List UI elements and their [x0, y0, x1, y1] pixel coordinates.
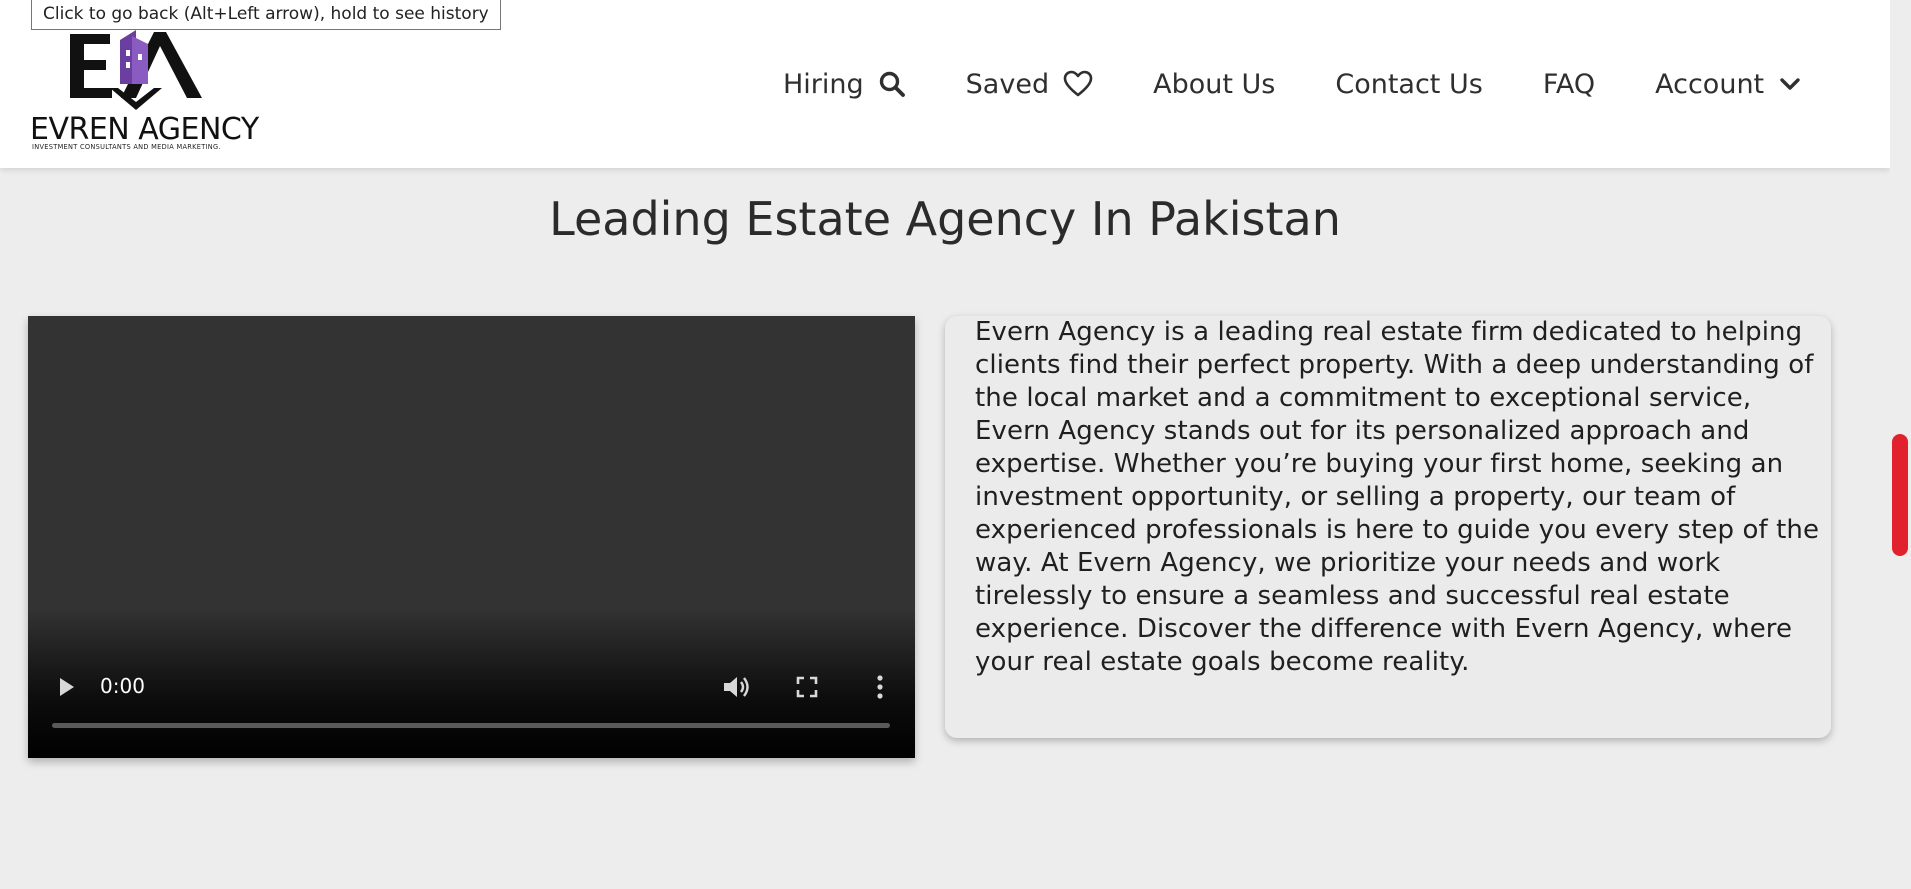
- nav-saved[interactable]: Saved: [966, 69, 1093, 100]
- nav-hiring-label: Hiring: [783, 68, 864, 100]
- heart-icon: [1063, 70, 1093, 98]
- chevron-down-icon: [1778, 72, 1802, 96]
- search-icon: [878, 70, 906, 98]
- agency-description: Evern Agency is a leading real estate fi…: [975, 317, 1820, 677]
- logo-tagline: INVESTMENT CONSULTANTS AND MEDIA MARKETI…: [32, 143, 221, 151]
- video-progress-bar[interactable]: [52, 723, 890, 728]
- back-button-tooltip: Click to go back (Alt+Left arrow), hold …: [31, 0, 501, 30]
- logo-name: EVREN AGENCY: [30, 112, 259, 147]
- logo-mark-icon: [70, 30, 202, 110]
- video-player[interactable]: 0:00: [28, 316, 915, 758]
- volume-icon[interactable]: [722, 674, 750, 704]
- scrollbar-thumb[interactable]: [1892, 434, 1908, 556]
- nav-contact-us[interactable]: Contact Us: [1335, 69, 1482, 100]
- play-icon[interactable]: [56, 676, 76, 702]
- nav-contact-label: Contact Us: [1335, 68, 1483, 100]
- video-time: 0:00: [100, 674, 145, 698]
- video-controls-gradient: [28, 608, 915, 758]
- nav-about-label: About Us: [1153, 68, 1276, 100]
- logo[interactable]: EVREN AGENCY INVESTMENT CONSULTANTS AND …: [30, 26, 259, 151]
- more-options-icon[interactable]: [876, 674, 884, 704]
- page-title: Leading Estate Agency In Pakistan: [549, 192, 1341, 246]
- fullscreen-icon[interactable]: [796, 676, 818, 702]
- scrollbar-track[interactable]: [1890, 0, 1911, 889]
- main-nav: Hiring Saved About Us Contact Us FAQ Acc…: [783, 64, 1802, 104]
- nav-faq-label: FAQ: [1542, 68, 1596, 100]
- nav-account-label: Account: [1655, 68, 1765, 100]
- agency-description-card: Evern Agency is a leading real estate fi…: [945, 316, 1831, 738]
- nav-faq[interactable]: FAQ: [1543, 69, 1595, 100]
- nav-about-us[interactable]: About Us: [1153, 69, 1275, 100]
- nav-saved-label: Saved: [965, 68, 1050, 100]
- nav-account[interactable]: Account: [1655, 69, 1802, 100]
- nav-hiring[interactable]: Hiring: [783, 69, 906, 100]
